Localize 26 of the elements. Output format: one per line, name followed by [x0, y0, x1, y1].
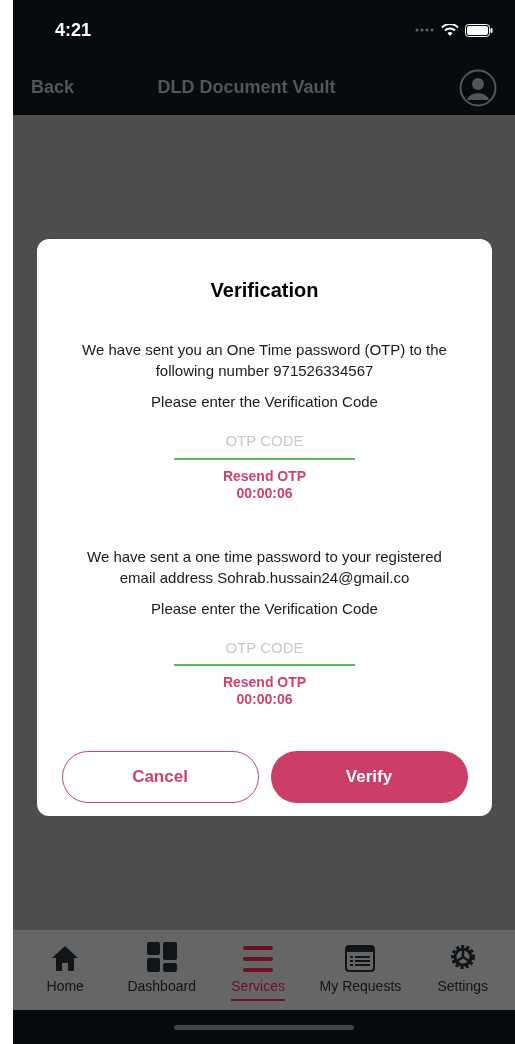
list-icon	[345, 945, 376, 972]
tab-item[interactable]: Home	[30, 942, 101, 997]
nav-title: DLD Document Vault	[157, 76, 336, 99]
tab-item[interactable]: My Requests	[319, 942, 402, 997]
otp-message: We have sent you an One Time password (OTP) to the following number 971526334567	[81, 340, 448, 381]
tab-item[interactable]: Settings	[427, 942, 498, 997]
tab-item[interactable]: Dashboard	[126, 942, 197, 997]
battery-icon	[465, 23, 493, 37]
resend-otp-link[interactable]: Resend OTP	[222, 674, 307, 691]
menu-icon	[243, 946, 274, 972]
verify-button[interactable]: Verify	[270, 751, 468, 803]
enter-code-prompt: Please enter the Verification Code	[151, 392, 378, 412]
otp-message: We have sent a one time password to your registered email address Sohrab.hussain24@gmail.co	[86, 546, 443, 588]
cancel-button[interactable]: Cancel	[61, 751, 259, 803]
resend-timer: 00:00:06	[236, 691, 293, 708]
dashboard-icon	[146, 942, 177, 972]
wifi-icon	[441, 23, 459, 37]
dialog-title: Verification	[210, 278, 319, 303]
enter-code-prompt: Please enter the Verification Code	[151, 598, 378, 619]
signal-dots-icon	[415, 28, 435, 32]
back-button[interactable]: Back	[31, 74, 75, 101]
resend-otp-link[interactable]: Resend OTP	[222, 467, 307, 485]
status-time: 4:21	[55, 18, 92, 42]
profile-avatar-icon[interactable]	[459, 68, 497, 107]
tab-item[interactable]: Services	[223, 942, 294, 1001]
resend-timer: 00:00:06	[236, 484, 293, 502]
